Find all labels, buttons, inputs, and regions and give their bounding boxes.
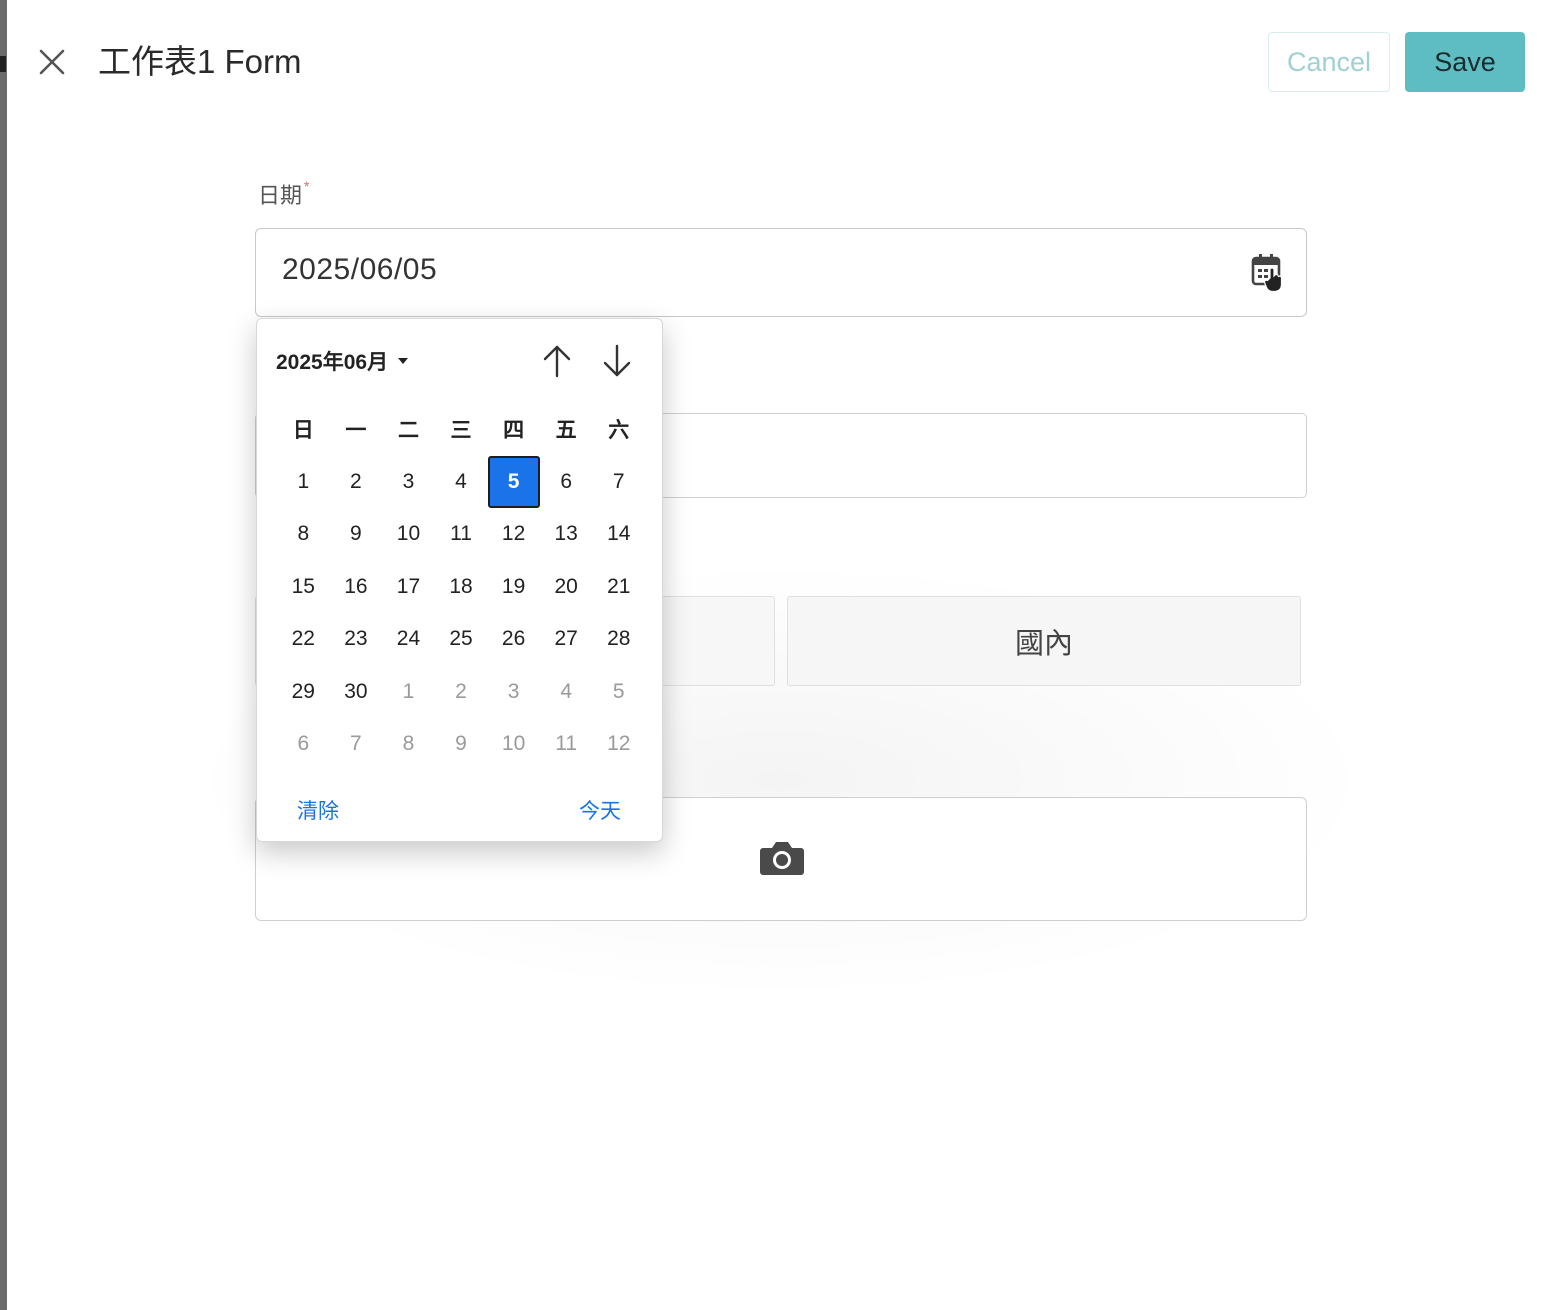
calendar-day[interactable]: 17 — [382, 561, 435, 614]
calendar-day[interactable]: 4 — [435, 456, 488, 509]
calendar-day[interactable]: 15 — [277, 561, 330, 614]
calendar-day[interactable]: 22 — [277, 613, 330, 666]
calendar-day-next-month[interactable]: 7 — [330, 718, 383, 771]
calendar-day[interactable]: 21 — [592, 561, 645, 614]
calendar-icon[interactable] — [1250, 253, 1286, 297]
calendar-day-next-month[interactable]: 11 — [540, 718, 593, 771]
calendar-day[interactable]: 11 — [435, 508, 488, 561]
date-label-text: 日期 — [258, 183, 303, 208]
calendar-week-row: 1 2 3 4 5 6 7 — [277, 455, 645, 509]
calendar-day-next-month[interactable]: 5 — [592, 666, 645, 719]
page-title: 工作表1 Form — [98, 43, 302, 80]
calendar-day[interactable]: 12 — [487, 508, 540, 561]
weekday-label: 五 — [555, 419, 577, 443]
weekday-label: 四 — [503, 419, 525, 443]
left-edge-marker — [0, 56, 6, 72]
calendar-day[interactable]: 6 — [540, 456, 593, 509]
option-button-domestic[interactable]: 國內 — [787, 596, 1301, 686]
calendar-day[interactable]: 18 — [435, 561, 488, 614]
date-input-value: 2025/06/05 — [282, 253, 438, 286]
calendar-week-row: 8 9 10 11 12 13 14 — [277, 508, 645, 561]
calendar-day-selected[interactable]: 5 — [487, 455, 540, 508]
calendar-day[interactable]: 30 — [330, 666, 383, 719]
clear-button[interactable]: 清除 — [297, 795, 339, 825]
datepicker-popup: 2025年06月 日 一 二 三 四 五 六 1 2 3 4 5 6 7 8 9… — [256, 318, 663, 842]
calendar-day[interactable]: 14 — [592, 508, 645, 561]
calendar-day[interactable]: 20 — [540, 561, 593, 614]
calendar-day[interactable]: 19 — [487, 561, 540, 614]
calendar-day-next-month[interactable]: 10 — [487, 718, 540, 771]
required-mark: * — [304, 178, 310, 194]
camera-icon[interactable] — [759, 838, 805, 878]
calendar-day[interactable]: 7 — [592, 456, 645, 509]
arrow-up-icon — [543, 345, 571, 378]
calendar-day[interactable]: 25 — [435, 613, 488, 666]
date-input[interactable]: 2025/06/05 — [255, 228, 1307, 317]
calendar-week-row: 29 30 1 2 3 4 5 — [277, 666, 645, 719]
close-button[interactable] — [34, 44, 70, 80]
calendar-day[interactable]: 24 — [382, 613, 435, 666]
calendar-week-row: 15 16 17 18 19 20 21 — [277, 561, 645, 614]
caret-down-icon — [398, 358, 409, 364]
weekday-label: 三 — [450, 419, 472, 443]
date-field-label: 日期 * — [258, 178, 309, 210]
calendar-day[interactable]: 16 — [330, 561, 383, 614]
today-button[interactable]: 今天 — [579, 795, 621, 825]
previous-month-button[interactable] — [541, 343, 573, 379]
calendar-day[interactable]: 8 — [277, 508, 330, 561]
weekday-label: 二 — [397, 419, 419, 443]
next-month-button[interactable] — [601, 343, 633, 379]
calendar-day-next-month[interactable]: 4 — [540, 666, 593, 719]
weekday-label: 一 — [345, 419, 367, 443]
calendar-week-row: 6 7 8 9 10 11 12 — [277, 718, 645, 771]
calendar-day-next-month[interactable]: 1 — [382, 666, 435, 719]
save-button[interactable]: Save — [1405, 32, 1525, 92]
calendar-day[interactable]: 9 — [330, 508, 383, 561]
arrow-down-icon — [603, 344, 631, 377]
calendar-day[interactable]: 26 — [487, 613, 540, 666]
calendar-day[interactable]: 3 — [382, 456, 435, 509]
calendar-day[interactable]: 10 — [382, 508, 435, 561]
weekday-label: 六 — [608, 419, 630, 443]
month-selector[interactable]: 2025年06月 — [276, 346, 409, 376]
calendar-day-next-month[interactable]: 12 — [592, 718, 645, 771]
calendar-day-next-month[interactable]: 8 — [382, 718, 435, 771]
calendar-day[interactable]: 2 — [330, 456, 383, 509]
calendar-week-row: 22 23 24 25 26 27 28 — [277, 613, 645, 666]
calendar-day[interactable]: 27 — [540, 613, 593, 666]
calendar-day-next-month[interactable]: 6 — [277, 718, 330, 771]
calendar-day-next-month[interactable]: 9 — [435, 718, 488, 771]
calendar-day[interactable]: 1 — [277, 456, 330, 509]
calendar-day-next-month[interactable]: 2 — [435, 666, 488, 719]
cancel-button[interactable]: Cancel — [1268, 32, 1390, 92]
calendar-day-next-month[interactable]: 3 — [487, 666, 540, 719]
calendar-day[interactable]: 13 — [540, 508, 593, 561]
weekday-header-row: 日 一 二 三 四 五 六 — [277, 403, 645, 456]
calendar-grid: 日 一 二 三 四 五 六 1 2 3 4 5 6 7 8 9 10 11 12… — [277, 403, 645, 771]
weekday-label: 日 — [292, 419, 314, 443]
calendar-day[interactable]: 29 — [277, 666, 330, 719]
month-label: 2025年06月 — [276, 351, 389, 374]
close-icon — [39, 49, 65, 75]
calendar-day[interactable]: 28 — [592, 613, 645, 666]
window-left-edge — [0, 0, 7, 1310]
calendar-day[interactable]: 23 — [330, 613, 383, 666]
